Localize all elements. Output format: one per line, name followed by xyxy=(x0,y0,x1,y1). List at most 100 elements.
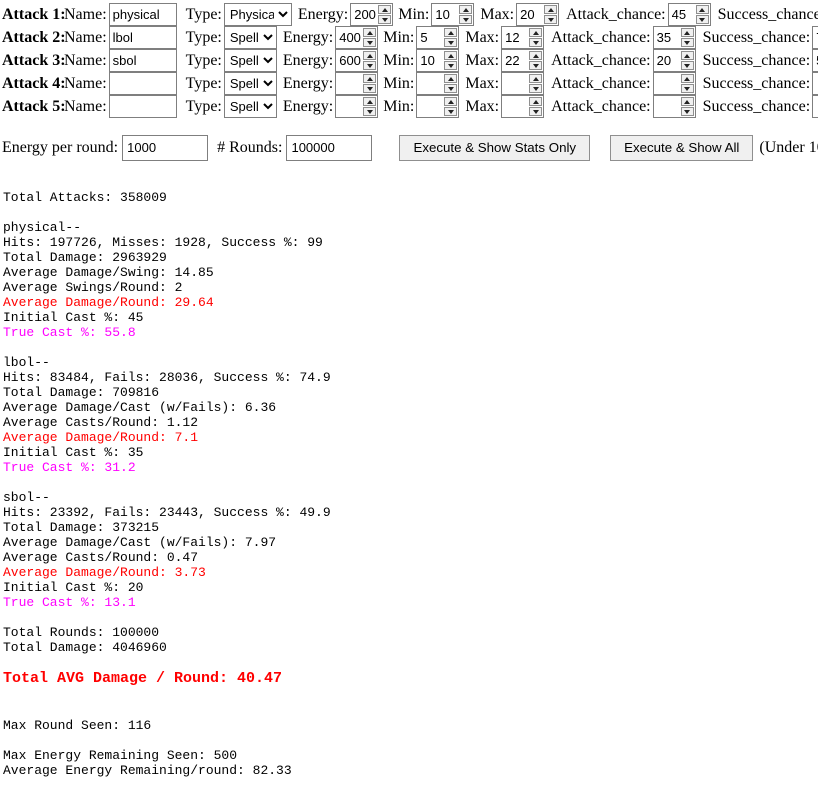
spinner-down-icon[interactable] xyxy=(681,61,694,70)
max-input[interactable] xyxy=(502,27,528,48)
spinner-down-icon[interactable] xyxy=(363,107,376,116)
max-spinner[interactable] xyxy=(528,96,543,117)
max-input[interactable] xyxy=(502,73,528,94)
energy-input[interactable] xyxy=(336,73,362,94)
attack-name-input[interactable] xyxy=(109,26,177,49)
output-line: Max Round Seen: 116 xyxy=(3,718,818,733)
energy-spinner[interactable] xyxy=(362,27,377,48)
success-chance-input[interactable] xyxy=(813,96,818,117)
spinner-up-icon[interactable] xyxy=(444,28,457,37)
max-input[interactable] xyxy=(502,50,528,71)
execute-show-all-button[interactable]: Execute & Show All xyxy=(610,135,753,161)
max-spinner[interactable] xyxy=(543,4,558,25)
success-chance-input[interactable] xyxy=(813,50,818,71)
spinner-down-icon[interactable] xyxy=(681,38,694,47)
attack-chance-spinner[interactable] xyxy=(680,73,695,94)
spinner-up-icon[interactable] xyxy=(544,5,557,14)
spinner-up-icon[interactable] xyxy=(681,28,694,37)
spinner-down-icon[interactable] xyxy=(529,107,542,116)
energy-spinner[interactable] xyxy=(377,4,392,25)
spinner-down-icon[interactable] xyxy=(378,15,391,24)
spinner-down-icon[interactable] xyxy=(529,84,542,93)
spinner-up-icon[interactable] xyxy=(444,97,457,106)
max-input[interactable] xyxy=(502,96,528,117)
spinner-down-icon[interactable] xyxy=(363,38,376,47)
attack-chance-input[interactable] xyxy=(654,96,680,117)
spinner-up-icon[interactable] xyxy=(696,5,709,14)
spinner-down-icon[interactable] xyxy=(444,61,457,70)
spinner-down-icon[interactable] xyxy=(444,84,457,93)
attack-type-select[interactable]: Spell xyxy=(224,72,277,95)
attack-chance-input[interactable] xyxy=(654,50,680,71)
energy-input[interactable] xyxy=(351,4,377,25)
spinner-down-icon[interactable] xyxy=(681,107,694,116)
spinner-up-icon[interactable] xyxy=(378,5,391,14)
max-spinner[interactable] xyxy=(528,73,543,94)
execute-stats-only-button[interactable]: Execute & Show Stats Only xyxy=(399,135,590,161)
spinner-up-icon[interactable] xyxy=(681,97,694,106)
energy-input[interactable] xyxy=(336,50,362,71)
min-input[interactable] xyxy=(417,50,443,71)
spinner-up-icon[interactable] xyxy=(363,97,376,106)
spinner-up-icon[interactable] xyxy=(681,74,694,83)
max-input[interactable] xyxy=(517,4,543,25)
attack-type-select[interactable]: Spell xyxy=(224,26,277,49)
spinner-down-icon[interactable] xyxy=(529,61,542,70)
success-chance-input[interactable] xyxy=(813,27,818,48)
spinner-up-icon[interactable] xyxy=(363,74,376,83)
spinner-up-icon[interactable] xyxy=(444,74,457,83)
energy-spinner[interactable] xyxy=(362,50,377,71)
spinner-down-icon[interactable] xyxy=(681,84,694,93)
attack-type-select[interactable]: Physical xyxy=(224,3,292,26)
energy-spinner[interactable] xyxy=(362,73,377,94)
energy-per-round-input[interactable] xyxy=(122,135,208,161)
spinner-up-icon[interactable] xyxy=(444,51,457,60)
attack-chance-input[interactable] xyxy=(654,73,680,94)
spinner-up-icon[interactable] xyxy=(529,51,542,60)
min-spinner[interactable] xyxy=(443,27,458,48)
attack-chance-input[interactable] xyxy=(669,4,695,25)
min-spinner[interactable] xyxy=(458,4,473,25)
min-spinner[interactable] xyxy=(443,50,458,71)
spinner-down-icon[interactable] xyxy=(529,38,542,47)
spinner-up-icon[interactable] xyxy=(459,5,472,14)
attack-chance-input[interactable] xyxy=(654,27,680,48)
attack-name-input[interactable] xyxy=(109,3,177,26)
attack-chance-spinner[interactable] xyxy=(695,4,710,25)
min-spinner[interactable] xyxy=(443,73,458,94)
min-input[interactable] xyxy=(432,4,458,25)
spinner-down-icon[interactable] xyxy=(363,61,376,70)
max-spinner[interactable] xyxy=(528,50,543,71)
attack-name-input[interactable] xyxy=(109,72,177,95)
energy-input[interactable] xyxy=(336,96,362,117)
attack-type-select[interactable]: Spell xyxy=(224,95,277,118)
spinner-down-icon[interactable] xyxy=(696,15,709,24)
spinner-up-icon[interactable] xyxy=(529,74,542,83)
spinner-down-icon[interactable] xyxy=(544,15,557,24)
spinner-down-icon[interactable] xyxy=(363,84,376,93)
rounds-input[interactable] xyxy=(286,135,372,161)
attack-type-select[interactable]: Spell xyxy=(224,49,277,72)
attack-chance-spinner[interactable] xyxy=(680,50,695,71)
min-input[interactable] xyxy=(417,96,443,117)
attack-name-input[interactable] xyxy=(109,49,177,72)
max-spinner[interactable] xyxy=(528,27,543,48)
success-chance-input[interactable] xyxy=(813,73,818,94)
min-input[interactable] xyxy=(417,27,443,48)
spinner-up-icon[interactable] xyxy=(681,51,694,60)
spinner-up-icon[interactable] xyxy=(363,28,376,37)
spinner-up-icon[interactable] xyxy=(529,97,542,106)
spinner-down-icon[interactable] xyxy=(444,38,457,47)
min-input[interactable] xyxy=(417,73,443,94)
min-spinner[interactable] xyxy=(443,96,458,117)
attack-chance-spinner[interactable] xyxy=(680,27,695,48)
attack-chance-spinner[interactable] xyxy=(680,96,695,117)
spinner-up-icon[interactable] xyxy=(363,51,376,60)
energy-label: Energy: xyxy=(283,52,333,70)
energy-input[interactable] xyxy=(336,27,362,48)
spinner-down-icon[interactable] xyxy=(459,15,472,24)
energy-spinner[interactable] xyxy=(362,96,377,117)
attack-name-input[interactable] xyxy=(109,95,177,118)
spinner-up-icon[interactable] xyxy=(529,28,542,37)
spinner-down-icon[interactable] xyxy=(444,107,457,116)
